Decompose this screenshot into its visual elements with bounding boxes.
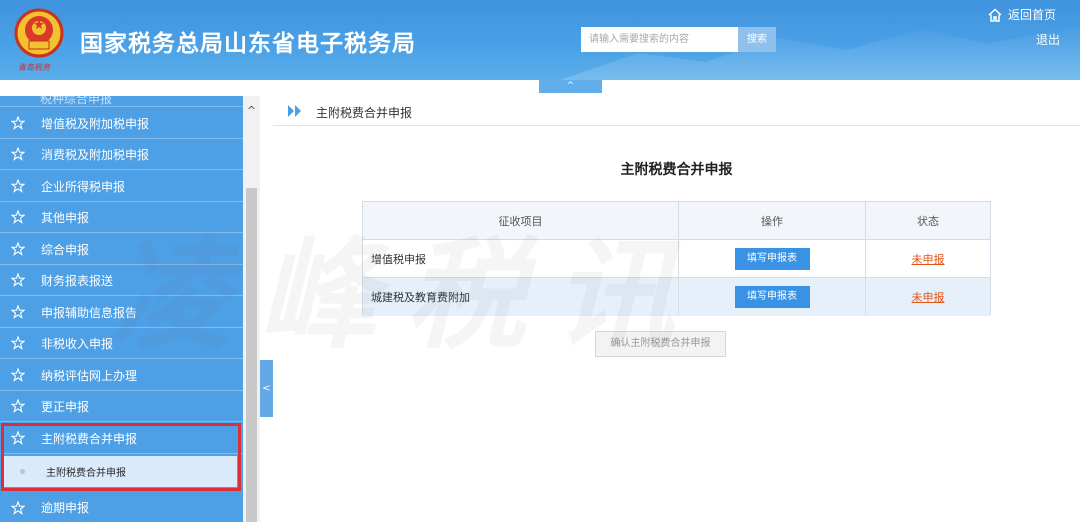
sidebar-item-vat[interactable]: 增值税及附加税申报 <box>0 108 243 139</box>
star-icon <box>11 368 25 382</box>
status-link[interactable]: 未申报 <box>912 289 945 305</box>
sidebar-item-label: 逾期申报 <box>41 501 90 515</box>
bullet-icon <box>20 469 25 474</box>
emblem-caption: 青岛税务 <box>18 63 50 72</box>
sidebar-collapse-button[interactable]: < <box>260 360 273 417</box>
fill-form-button[interactable]: 填写申报表 <box>734 285 810 308</box>
star-icon <box>11 336 25 350</box>
star-icon <box>11 179 25 193</box>
sidebar-item-other[interactable]: 其他申报 <box>0 202 243 233</box>
sidebar-item-label: 消费税及附加税申报 <box>41 147 150 162</box>
sidebar: 税种综合申报 增值税及附加税申报 消费税及附加税申报 企业所得税申报 其他申报 … <box>0 96 243 522</box>
sidebar-item-comprehensive[interactable]: 综合申报 <box>0 234 243 265</box>
status-link[interactable]: 未申报 <box>912 251 945 267</box>
header-collapse-button[interactable]: ^ <box>539 80 602 93</box>
page-title: 主附税费合并申报 <box>620 162 733 178</box>
sidebar-scrollbar[interactable]: ^ <box>243 96 260 522</box>
declaration-table: 征收项目 操作 状态 增值税申报 填写申报表 未申报 城建税及教育费附加 填写申… <box>362 201 991 316</box>
scrollbar-thumb[interactable] <box>246 188 257 522</box>
header: 青岛税务 国家税务总局山东省电子税务局 搜索 返回首页 退出 <box>0 0 1080 80</box>
star-icon <box>11 305 25 319</box>
column-header-status: 状态 <box>917 214 939 228</box>
sidebar-item-correction[interactable]: 更正申报 <box>0 391 243 422</box>
star-icon <box>11 500 25 515</box>
star-icon <box>11 399 25 413</box>
site-title: 国家税务总局山东省电子税务局 <box>80 31 416 57</box>
search-input[interactable] <box>581 27 738 52</box>
sidebar-item-label: 综合申报 <box>41 242 90 257</box>
logout-link[interactable]: 退出 <box>1036 31 1060 48</box>
table-header-row: 征收项目 操作 状态 <box>363 202 990 240</box>
sidebar-item-financial-statements[interactable]: 财务报表报送 <box>0 265 243 296</box>
sidebar-item-label: 财务报表报送 <box>41 273 114 288</box>
star-icon <box>11 431 25 445</box>
fill-form-button[interactable]: 填写申报表 <box>734 247 810 270</box>
sidebar-item-label: 主附税费合并申报 <box>41 431 138 446</box>
sidebar-item-label: 纳税评估网上办理 <box>41 368 138 383</box>
star-icon <box>11 242 25 256</box>
table-cell-action: 填写申报表 <box>679 278 866 315</box>
sidebar-item-label: 增值税及附加税申报 <box>41 116 150 131</box>
home-link[interactable]: 返回首页 <box>987 6 1056 23</box>
table-cell-action: 填写申报表 <box>679 240 866 277</box>
sidebar-item-consumption-tax[interactable]: 消费税及附加税申报 <box>0 139 243 170</box>
table-cell-status: 未申报 <box>866 240 990 277</box>
column-header-item: 征收项目 <box>363 202 679 239</box>
table-cell-item: 增值税申报 <box>363 240 679 277</box>
sidebar-item-label: 更正申报 <box>41 399 90 414</box>
breadcrumb-label: 主附税费合并申报 <box>316 106 413 120</box>
home-icon <box>988 7 1002 22</box>
sidebar-item-label: 税种综合申报 <box>40 96 113 106</box>
main-content: 主附税费合并申报 主附税费合并申报 征收项目 操作 状态 增值税申报 填写申报表… <box>273 96 1080 522</box>
sidebar-item-corporate-income-tax[interactable]: 企业所得税申报 <box>0 171 243 202</box>
sidebar-subitem-label: 主附税费合并申报 <box>46 468 126 479</box>
sidebar-item-label: 其他申报 <box>41 210 90 225</box>
star-icon <box>11 116 25 130</box>
sidebar-item-combined-declaration[interactable]: 主附税费合并申报 <box>0 423 243 454</box>
double-chevron-right-icon <box>288 105 301 117</box>
star-icon <box>11 273 25 287</box>
table-cell-status: 未申报 <box>866 278 990 315</box>
table-row: 城建税及教育费附加 填写申报表 未申报 <box>363 278 990 316</box>
sidebar-item-overdue[interactable]: 逾期申报 <box>0 492 243 522</box>
sidebar-item-non-tax-revenue[interactable]: 非税收入申报 <box>0 328 243 359</box>
star-icon <box>11 210 25 224</box>
home-link-label: 返回首页 <box>1008 8 1057 22</box>
column-header-action: 操作 <box>679 202 866 239</box>
sidebar-item-label: 企业所得税申报 <box>41 179 126 194</box>
table-row: 增值税申报 填写申报表 未申报 <box>363 240 990 278</box>
sidebar-subitem-combined-declaration[interactable]: 主附税费合并申报 <box>4 456 237 487</box>
sidebar-item-tax-assessment[interactable]: 纳税评估网上办理 <box>0 360 243 391</box>
app-window: 青岛税务 国家税务总局山东省电子税务局 搜索 返回首页 退出 ^ 税种综合申报 … <box>0 0 1080 522</box>
table-cell-item: 城建税及教育费附加 <box>363 278 679 315</box>
search-button[interactable]: 搜索 <box>738 27 776 52</box>
star-icon <box>11 147 25 161</box>
confirm-combined-declaration-button[interactable]: 确认主附税费合并申报 <box>595 331 726 357</box>
sidebar-item-label: 非税收入申报 <box>41 336 114 351</box>
sidebar-item-partial[interactable]: 税种综合申报 <box>0 96 243 107</box>
scroll-up-icon[interactable]: ^ <box>243 104 260 118</box>
breadcrumb: 主附税费合并申报 <box>273 96 1080 126</box>
sidebar-item-auxiliary-info[interactable]: 申报辅助信息报告 <box>0 297 243 328</box>
sidebar-item-label: 申报辅助信息报告 <box>41 305 138 320</box>
national-emblem-icon <box>14 8 64 58</box>
